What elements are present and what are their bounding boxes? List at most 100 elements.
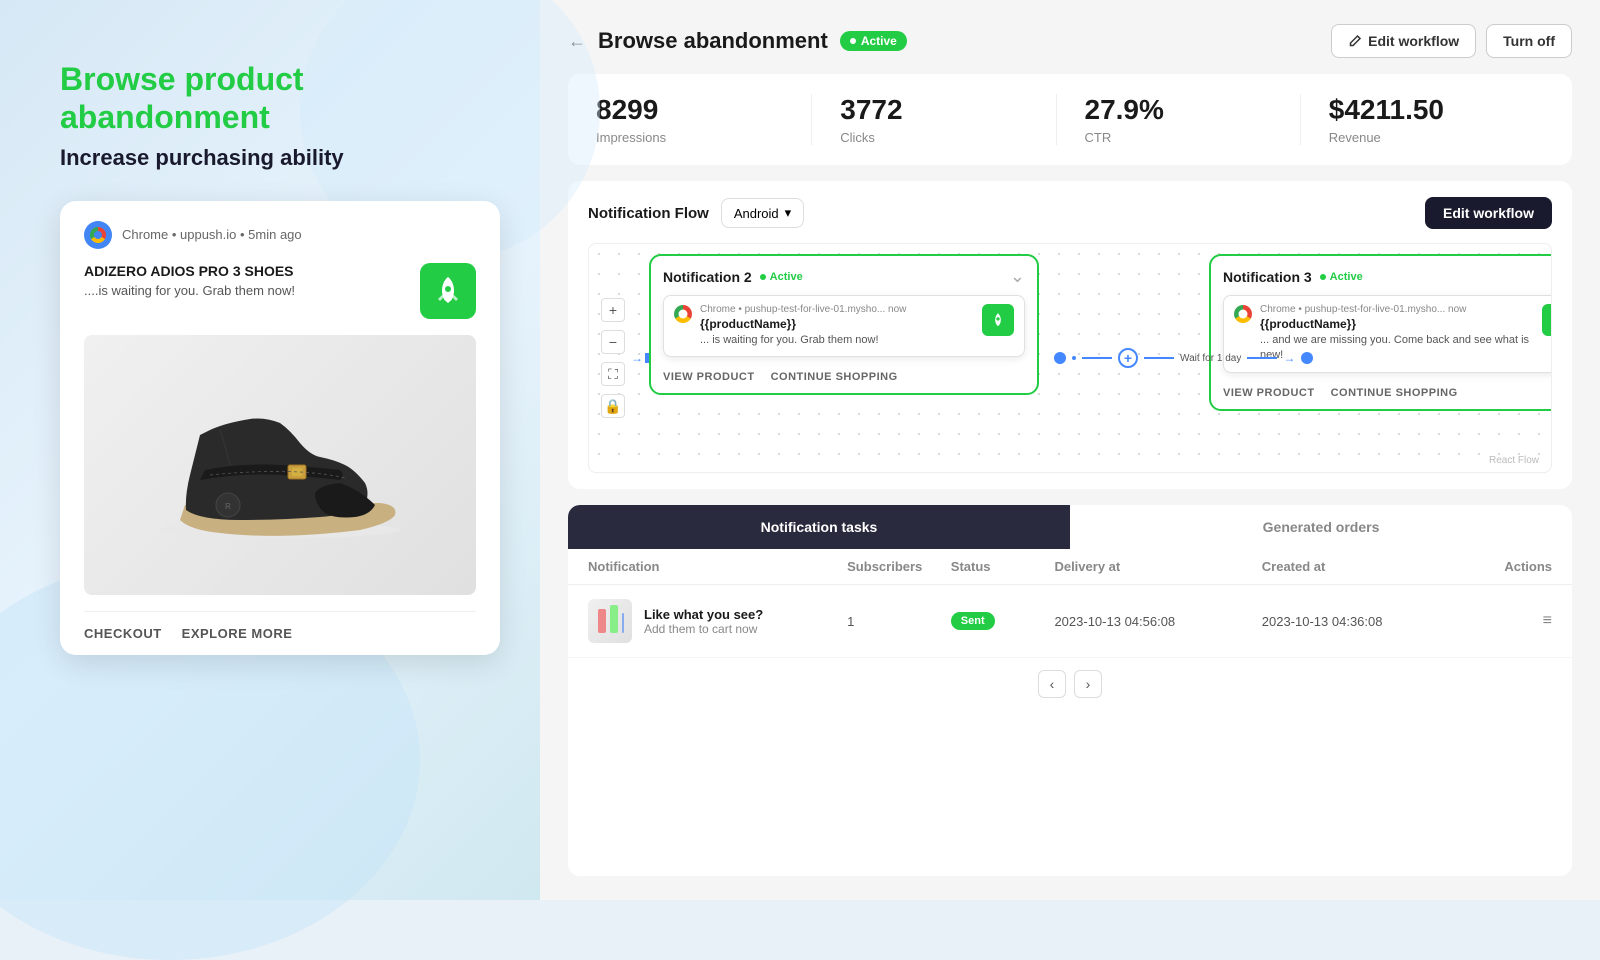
node-2-preview: Chrome • pushup-test-for-live-01.mysho..… [663, 295, 1025, 357]
notif-header: Chrome • uppush.io • 5min ago [84, 221, 476, 249]
notif-rocket-icon [420, 263, 476, 319]
chrome-icon [84, 221, 112, 249]
pagination-row: ‹ › [568, 658, 1572, 710]
flow-controls: + − ⛶ 🔒 [601, 298, 625, 418]
stat-clicks: 3772 Clicks [840, 94, 1056, 145]
stats-card: 8299 Impressions 3772 Clicks 27.9% CTR $… [568, 74, 1572, 165]
node-2-desc: ... is waiting for you. Grab them now! [700, 333, 974, 348]
node-3-header: Notification 3 Active ⌄ [1223, 266, 1552, 287]
tab-notification-tasks[interactable]: Notification tasks [568, 505, 1070, 549]
td-notification: Like what you see? Add them to cart now [588, 599, 847, 643]
product-info: Like what you see? Add them to cart now [644, 607, 763, 636]
node-2-chevron-icon[interactable]: ⌄ [1010, 266, 1025, 287]
fit-view-button[interactable]: ⛶ [601, 362, 625, 386]
stat-impressions: 8299 Impressions [596, 94, 812, 145]
turn-off-button[interactable]: Turn off [1486, 24, 1572, 58]
node-2-preview-content: Chrome • pushup-test-for-live-01.mysho..… [700, 304, 974, 348]
active-badge: Active [840, 31, 907, 51]
product-thumb [588, 599, 632, 643]
svg-text:R: R [225, 502, 231, 511]
connector-line-2 [1144, 357, 1174, 359]
hero-title: Browse product abandonment [60, 60, 500, 137]
add-node-button[interactable]: + [1118, 348, 1138, 368]
stat-clicks-value: 3772 [840, 94, 1027, 126]
col-subscribers: Subscribers [847, 559, 951, 574]
status-sent-badge: Sent [951, 612, 995, 630]
notif-product-desc: ....is waiting for you. Grab them now! [84, 283, 408, 298]
right-panel: ← Browse abandonment Active Edit workflo… [540, 0, 1600, 900]
node-3-chrome-icon [1234, 305, 1252, 323]
notif-source: Chrome • uppush.io • 5min ago [122, 227, 302, 242]
flow-canvas: + − ⛶ 🔒 → Notification 2 Active [588, 243, 1552, 473]
col-actions: Actions [1469, 559, 1552, 574]
bottom-table-card: Notification tasks Generated orders Noti… [568, 505, 1572, 876]
td-delivery: 2023-10-13 04:56:08 [1054, 614, 1261, 629]
header-actions: Edit workflow Turn off [1331, 24, 1572, 58]
prev-page-button[interactable]: ‹ [1038, 670, 1066, 698]
product-sub: Add them to cart now [644, 622, 763, 636]
explore-more-button[interactable]: EXPLORE MORE [182, 626, 293, 641]
node-2-product: {{productName}} [700, 317, 974, 331]
stat-revenue-value: $4211.50 [1329, 94, 1516, 126]
node-2-chrome-icon [674, 305, 692, 323]
col-status: Status [951, 559, 1055, 574]
connector-dot-right [1301, 352, 1313, 364]
edit-icon [1348, 34, 1362, 48]
node-2-continue-shopping: CONTINUE SHOPPING [771, 371, 898, 383]
node-3-source: Chrome • pushup-test-for-live-01.mysho..… [1260, 304, 1534, 315]
page-header: ← Browse abandonment Active Edit workflo… [568, 24, 1572, 58]
node-3-rocket-icon [1542, 304, 1552, 336]
stat-ctr-label: CTR [1085, 130, 1272, 145]
react-flow-label: React Flow [1489, 455, 1539, 466]
stat-impressions-value: 8299 [596, 94, 783, 126]
td-status: Sent [951, 612, 1055, 630]
tabs-row: Notification tasks Generated orders [568, 505, 1572, 549]
node-3-title-row: Notification 3 Active [1223, 269, 1363, 285]
td-subscribers: 1 [847, 614, 951, 629]
connector-line-1 [1082, 357, 1112, 359]
node-2-header: Notification 2 Active ⌄ [663, 266, 1025, 287]
stat-revenue-label: Revenue [1329, 130, 1516, 145]
stat-ctr: 27.9% CTR [1085, 94, 1301, 145]
notification-flow-card: Notification Flow Android ▾ Edit workflo… [568, 181, 1572, 489]
zoom-in-button[interactable]: + [601, 298, 625, 322]
node-2-title: Notification 2 [663, 269, 752, 285]
flow-title: Notification Flow [588, 205, 709, 222]
node-2-active-badge: Active [760, 271, 803, 283]
table-header-row: Notification Subscribers Status Delivery… [568, 549, 1572, 585]
page-title: Browse abandonment [598, 28, 828, 54]
node-2-status: Active [770, 271, 803, 283]
notification-preview-card: Chrome • uppush.io • 5min ago ADIZERO AD… [60, 201, 500, 655]
stat-impressions-label: Impressions [596, 130, 783, 145]
zoom-out-button[interactable]: − [601, 330, 625, 354]
flow-title-row: Notification Flow Android ▾ [588, 198, 804, 228]
connector-dot-left [1054, 352, 1066, 364]
node-2-view-product: VIEW PRODUCT [663, 371, 755, 383]
flow-connector: + Wait for 1 day → [1054, 348, 1313, 368]
checkout-button[interactable]: CHECKOUT [84, 626, 162, 641]
node-3-continue-shopping: CONTINUE SHOPPING [1331, 387, 1458, 399]
edit-workflow-label: Edit workflow [1368, 33, 1459, 49]
node-2-actions: VIEW PRODUCT CONTINUE SHOPPING [663, 365, 1025, 383]
stat-clicks-label: Clicks [840, 130, 1027, 145]
header-left: ← Browse abandonment Active [568, 28, 907, 54]
notif-product-title: ADIZERO ADIOS PRO 3 SHOES [84, 263, 408, 279]
tab-generated-orders[interactable]: Generated orders [1070, 505, 1572, 549]
next-page-button[interactable]: › [1074, 670, 1102, 698]
table-row: Like what you see? Add them to cart now … [568, 585, 1572, 658]
hero-subtitle: Increase purchasing ability [60, 145, 500, 171]
col-created: Created at [1262, 559, 1469, 574]
edit-flow-button[interactable]: Edit workflow [1425, 197, 1552, 229]
edit-workflow-button[interactable]: Edit workflow [1331, 24, 1476, 58]
node-3-product: {{productName}} [1260, 317, 1534, 331]
row-actions-icon[interactable]: ≡ [1543, 612, 1552, 630]
node-3-title: Notification 3 [1223, 269, 1312, 285]
notification-node-2: Notification 2 Active ⌄ Chrome • pushup-… [649, 254, 1039, 395]
connector-dot-left [1072, 356, 1076, 360]
platform-select[interactable]: Android ▾ [721, 198, 804, 228]
lock-button[interactable]: 🔒 [601, 394, 625, 418]
col-delivery: Delivery at [1054, 559, 1261, 574]
flow-header: Notification Flow Android ▾ Edit workflo… [588, 197, 1552, 229]
col-notification: Notification [588, 559, 847, 574]
product-name: Like what you see? [644, 607, 763, 622]
